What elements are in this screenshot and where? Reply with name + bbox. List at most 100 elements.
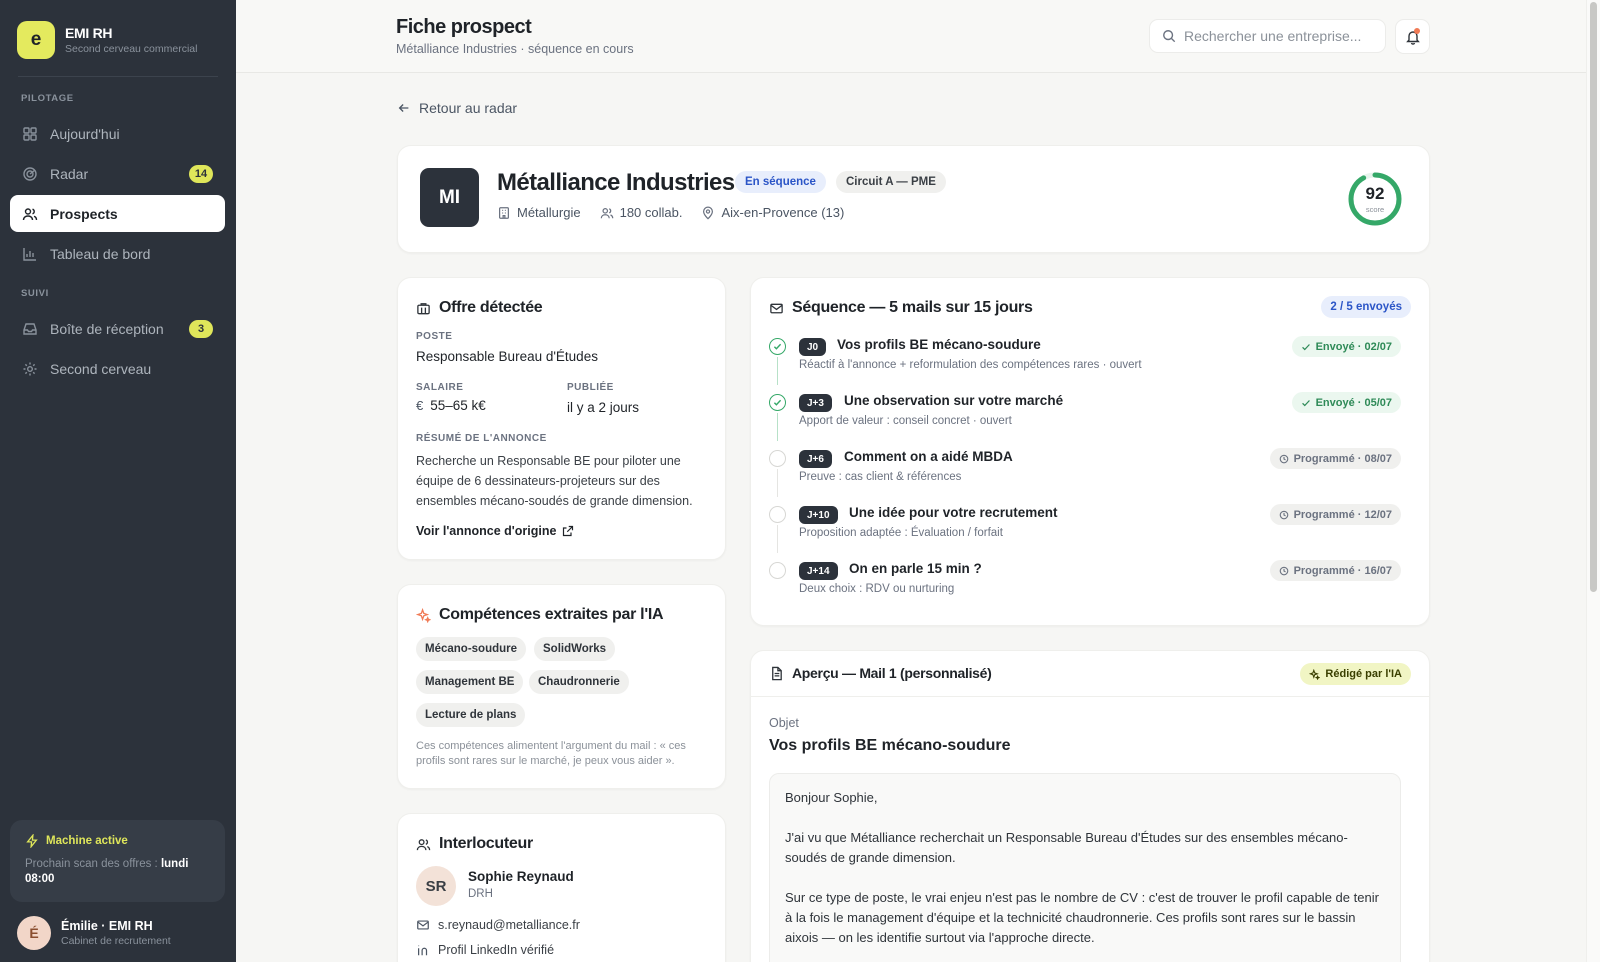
avatar: SR xyxy=(416,866,456,906)
step-day-tag: J0 xyxy=(799,338,827,356)
step-description: Apport de valeur : conseil concret · ouv… xyxy=(799,415,1012,427)
step-status-badge: Programmé · 12/07 xyxy=(1269,504,1401,525)
gear-icon xyxy=(23,362,37,375)
step-title: Une observation sur votre marché xyxy=(844,393,1064,408)
sidebar-item-prospects[interactable]: Prospects xyxy=(10,195,225,232)
skills-note: Ces compétences alimentent l'argument du… xyxy=(416,740,686,767)
sidebar-item-tableau-de-bord[interactable]: Tableau de bord xyxy=(10,235,225,272)
sidebar-item-label: Radar xyxy=(50,165,89,182)
resume-label: RÉSUMÉ DE L'ANNONCE xyxy=(416,433,547,444)
clock-icon xyxy=(1279,510,1288,519)
company-logo: MI xyxy=(420,168,479,227)
sidebar-item-radar[interactable]: Radar 14 xyxy=(10,155,225,192)
search-placeholder: Rechercher une entreprise... xyxy=(1184,28,1362,44)
check-icon xyxy=(1301,399,1310,406)
users-icon xyxy=(22,207,38,220)
sidebar: e EMI RH Second cerveau commercial PILOT… xyxy=(0,0,236,962)
back-link-label: Retour au radar xyxy=(419,100,518,116)
sidebar-item-boite-de-reception[interactable]: Boîte de réception 3 xyxy=(10,310,225,347)
sidebar-item-label: Second cerveau xyxy=(50,360,152,377)
scrollbar-thumb[interactable] xyxy=(1590,2,1597,592)
check-icon xyxy=(773,343,782,350)
step-status-badge: Programmé · 08/07 xyxy=(1269,448,1401,469)
scrollbar[interactable] xyxy=(1586,0,1600,962)
top-header: Fiche prospect Métalliance Industries · … xyxy=(236,0,1586,73)
contact-linkedin[interactable]: Profil LinkedIn vérifié xyxy=(416,943,554,957)
user-profile[interactable]: É Émilie · EMI RH Cabinet de recrutement xyxy=(17,916,171,950)
step-status-badge: Programmé · 16/07 xyxy=(1269,560,1401,581)
view-original-offer-link[interactable]: Voir l'annonce d'origine xyxy=(416,524,574,538)
skill-chip: Management BE xyxy=(416,670,524,694)
linkedin-check-icon xyxy=(418,945,428,956)
check-icon xyxy=(1301,343,1310,350)
mail-body[interactable]: Bonjour Sophie, J'ai vu que Métalliance … xyxy=(769,773,1401,962)
step-connector xyxy=(777,357,778,385)
mail-paragraph: J'ai vu que Métalliance recherchait un R… xyxy=(785,830,1348,865)
arrow-left-icon xyxy=(398,104,409,112)
score-label: score xyxy=(1365,205,1385,214)
step-done-indicator xyxy=(769,394,786,411)
users-icon xyxy=(416,838,431,850)
section-label-suivi: SUIVI xyxy=(21,288,49,299)
sidebar-item-label: Tableau de bord xyxy=(50,245,151,262)
users-icon xyxy=(600,207,613,218)
step-description: Réactif à l'annonce + reformulation des … xyxy=(799,359,1142,371)
circuit-badge: Circuit A — PME xyxy=(836,171,946,193)
skill-chip: SolidWorks xyxy=(534,637,616,661)
sequence-count-badge: 2 / 5 envoyés xyxy=(1321,296,1411,318)
page-subtitle: Métalliance Industries · séquence en cou… xyxy=(396,42,634,56)
salaire-value: € 55–65 k€ xyxy=(416,398,486,413)
step-pending-indicator xyxy=(769,450,786,467)
machine-title: Machine active xyxy=(46,835,128,847)
sequence-step[interactable]: J+14 On en parle 15 min ? Deux choix : R… xyxy=(769,556,1401,612)
score-gauge: 92 score xyxy=(1347,171,1403,227)
publiee-label: PUBLIÉE xyxy=(567,382,614,393)
preview-title: Aperçu — Mail 1 (personnalisé) xyxy=(769,665,992,681)
notifications-button[interactable] xyxy=(1395,19,1430,54)
sidebar-item-aujourdhui[interactable]: Aujourd'hui xyxy=(10,115,225,152)
company-meta: Métallurgie 180 collab. Aix-en-Provence … xyxy=(497,205,863,220)
sequence-step[interactable]: J+6 Comment on a aidé MBDA Preuve : cas … xyxy=(769,444,1401,500)
step-connector xyxy=(777,525,778,553)
clock-icon xyxy=(1279,454,1288,463)
mail-greeting: Bonjour Sophie, xyxy=(785,790,878,805)
sidebar-item-label: Prospects xyxy=(50,205,118,222)
back-to-radar-link[interactable]: Retour au radar xyxy=(397,100,517,116)
search-input[interactable]: Rechercher une entreprise... xyxy=(1149,19,1386,53)
radar-icon xyxy=(23,166,37,181)
contact-email[interactable]: s.reynaud@metalliance.fr xyxy=(416,918,580,932)
brand[interactable]: e EMI RH Second cerveau commercial xyxy=(17,21,197,59)
sidebar-divider xyxy=(18,76,218,77)
step-status-badge: Envoyé · 05/07 xyxy=(1291,392,1401,413)
avatar: É xyxy=(17,916,51,950)
map-pin-icon xyxy=(703,206,714,220)
contact-title: Interlocuteur xyxy=(416,835,533,853)
sequence-step[interactable]: J+10 Une idée pour votre recrutement Pro… xyxy=(769,500,1401,556)
company-employees: 180 collab. xyxy=(600,205,682,220)
step-description: Deux choix : RDV ou nurturing xyxy=(799,583,955,595)
clock-icon xyxy=(1279,566,1288,575)
step-connector xyxy=(777,413,778,441)
grid-icon xyxy=(23,126,37,141)
sequence-step[interactable]: J0 Vos profils BE mécano-soudure Réactif… xyxy=(769,332,1401,388)
sequence-title: Séquence — 5 mails sur 15 jours xyxy=(769,299,1033,317)
mail-icon xyxy=(770,303,783,313)
step-done-indicator xyxy=(769,338,786,355)
poste-label: POSTE xyxy=(416,331,453,342)
step-description: Preuve : cas client & références xyxy=(799,471,962,483)
page-title: Fiche prospect xyxy=(396,16,532,38)
step-status-badge: Envoyé · 02/07 xyxy=(1291,336,1401,357)
company-card: MI Métalliance Industries En séquence Ci… xyxy=(397,145,1430,253)
check-icon xyxy=(773,399,782,406)
radar-count-badge: 14 xyxy=(189,165,213,183)
offer-card: Offre détectée POSTE Responsable Bureau … xyxy=(397,277,726,560)
sequence-step[interactable]: J+3 Une observation sur votre marché App… xyxy=(769,388,1401,444)
score-value: 92 xyxy=(1365,184,1385,203)
sequence-card: Séquence — 5 mails sur 15 jours 2 / 5 en… xyxy=(750,277,1430,626)
mail-preview-card: Aperçu — Mail 1 (personnalisé) Rédigé pa… xyxy=(750,650,1430,962)
search-icon xyxy=(1163,30,1176,43)
step-connector xyxy=(777,469,778,497)
contact-role: DRH xyxy=(468,888,493,900)
sidebar-item-second-cerveau[interactable]: Second cerveau xyxy=(10,350,225,387)
company-sector: Métallurgie xyxy=(497,205,581,220)
